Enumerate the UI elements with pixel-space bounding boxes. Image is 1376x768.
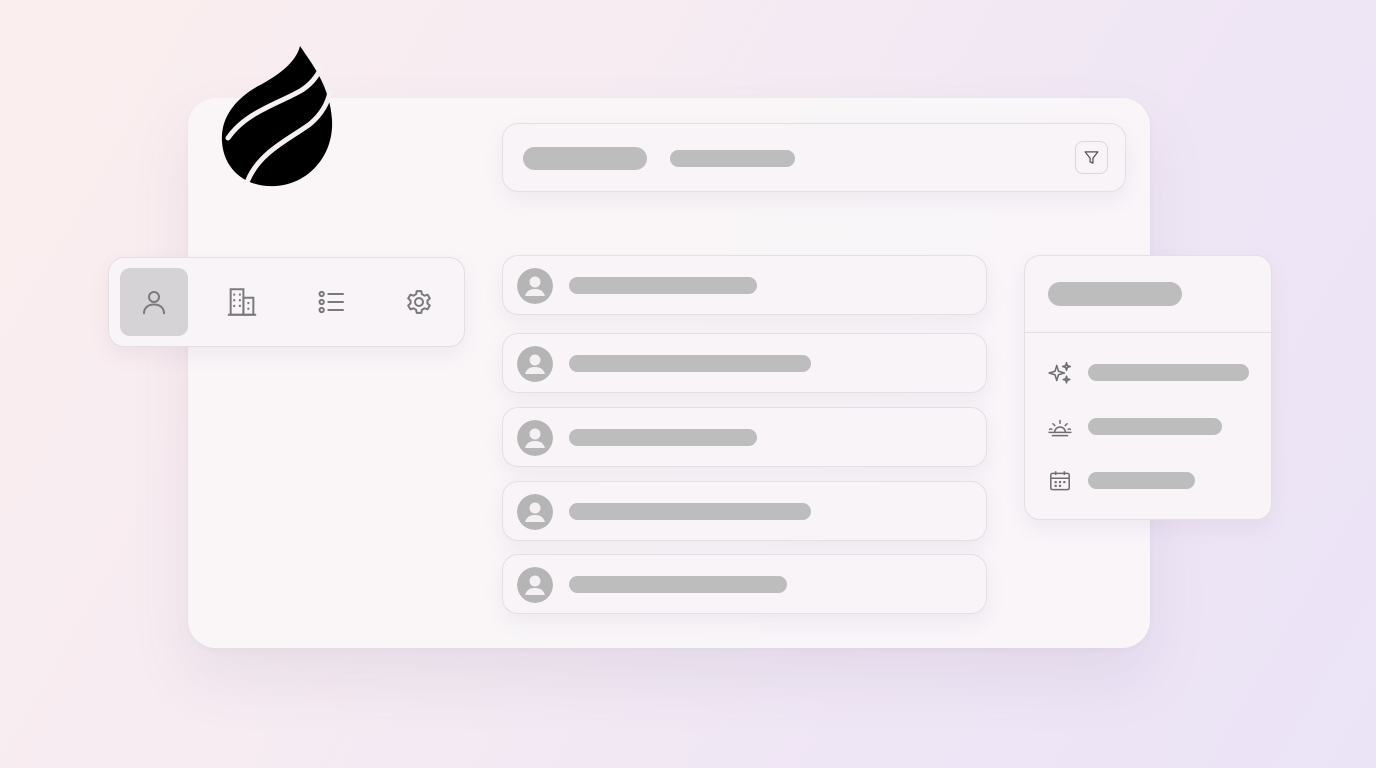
menu-title-placeholder [1048,282,1182,306]
menu-item-placeholder [1088,418,1222,435]
nav-item-list[interactable] [297,268,365,336]
avatar-icon [517,420,553,456]
row-title-placeholder [569,429,757,446]
menu-item-placeholder [1088,364,1249,381]
sunrise-icon [1048,419,1072,437]
subtitle-placeholder [670,150,795,167]
filter-button[interactable] [1075,141,1108,174]
avatar-icon [517,494,553,530]
menu-item-placeholder [1088,472,1195,489]
list-item[interactable] [502,255,987,315]
list-icon [318,290,344,314]
list-item[interactable] [502,554,987,614]
popover-menu [1024,255,1272,520]
row-title-placeholder [569,355,811,372]
avatar-icon [517,346,553,382]
calendar-icon [1050,471,1070,491]
menu-item-sunrise[interactable] [1025,409,1271,445]
building-icon [227,288,257,316]
menu-item-sparkles[interactable] [1025,355,1271,391]
nav-item-buildings[interactable] [208,268,276,336]
row-title-placeholder [569,277,757,294]
avatar-icon [517,567,553,603]
list-item[interactable] [502,333,987,393]
user-icon [143,291,165,315]
menu-divider [1025,332,1271,333]
header-bar [502,123,1126,192]
nav-item-user[interactable] [120,268,188,336]
nav-item-settings[interactable] [385,268,453,336]
filter-icon [1084,151,1099,164]
row-title-placeholder [569,576,787,593]
list-item[interactable] [502,481,987,541]
row-title-placeholder [569,503,811,520]
list-item[interactable] [502,407,987,467]
avatar-icon [517,268,553,304]
gear-icon [407,290,431,314]
nav-toolbar [108,257,465,347]
menu-item-calendar[interactable] [1025,463,1271,499]
title-placeholder [523,147,647,170]
sparkles-icon [1048,361,1072,384]
flame-leaf-logo-icon [221,46,333,187]
